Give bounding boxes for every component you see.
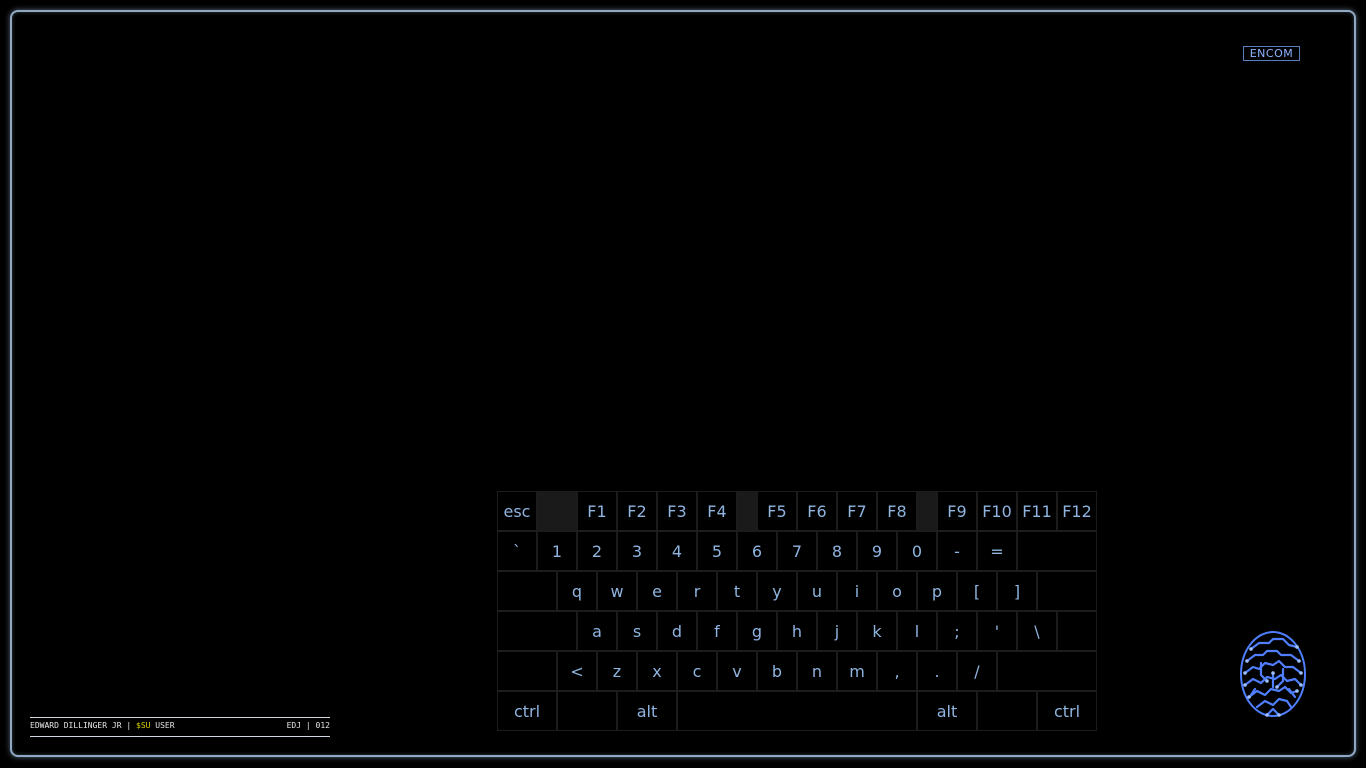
key-9[interactable]: 9 <box>857 531 897 571</box>
key-0[interactable]: 0 <box>897 531 937 571</box>
key-menu[interactable] <box>977 691 1037 731</box>
keyboard-row-modifiers: ctrl alt alt ctrl <box>497 691 1097 731</box>
key-o[interactable]: o <box>877 571 917 611</box>
key-enter[interactable] <box>1057 611 1097 651</box>
user-name: EDWARD DILLINGER JR <box>30 721 122 730</box>
encom-logo: ENCOM <box>1243 46 1300 61</box>
key-4[interactable]: 4 <box>657 531 697 571</box>
key-l[interactable]: l <box>897 611 937 651</box>
key-f12[interactable]: F12 <box>1057 491 1097 531</box>
key-2[interactable]: 2 <box>577 531 617 571</box>
key-8[interactable]: 8 <box>817 531 857 571</box>
user-role: USER <box>155 721 175 730</box>
key-d[interactable]: d <box>657 611 697 651</box>
on-screen-keyboard: esc F1 F2 F3 F4 F5 F6 F7 F8 F9 F10 F11 F… <box>497 491 1097 731</box>
key-v[interactable]: v <box>717 651 757 691</box>
key-n[interactable]: n <box>797 651 837 691</box>
key-r[interactable]: r <box>677 571 717 611</box>
key-semicolon[interactable]: ; <box>937 611 977 651</box>
keyboard-row-numbers: ` 1 2 3 4 5 6 7 8 9 0 - = <box>497 531 1097 571</box>
key-k[interactable]: k <box>857 611 897 651</box>
key-period[interactable]: . <box>917 651 957 691</box>
key-left-bracket[interactable]: [ <box>957 571 997 611</box>
key-minus[interactable]: - <box>937 531 977 571</box>
key-w[interactable]: w <box>597 571 637 611</box>
key-spacer <box>737 491 757 531</box>
key-f[interactable]: f <box>697 611 737 651</box>
key-ctrl-right[interactable]: ctrl <box>1037 691 1097 731</box>
key-q[interactable]: q <box>557 571 597 611</box>
keyboard-row-bottom: < z x c v b n m , . / <box>497 651 1097 691</box>
key-m[interactable]: m <box>837 651 877 691</box>
key-f10[interactable]: F10 <box>977 491 1017 531</box>
key-fn[interactable] <box>557 691 617 731</box>
key-6[interactable]: 6 <box>737 531 777 571</box>
user-status-bar: EDWARD DILLINGER JR | $SU USER EDJ | 012 <box>30 717 330 737</box>
status-separator: | <box>305 721 311 730</box>
key-b[interactable]: b <box>757 651 797 691</box>
key-t[interactable]: t <box>717 571 757 611</box>
key-enter-top[interactable] <box>1037 571 1097 611</box>
key-ctrl-left[interactable]: ctrl <box>497 691 557 731</box>
key-spacer <box>917 491 937 531</box>
key-less-than[interactable]: < <box>557 651 597 691</box>
key-f2[interactable]: F2 <box>617 491 657 531</box>
key-a[interactable]: a <box>577 611 617 651</box>
fingerprint-icon[interactable] <box>1237 629 1309 719</box>
key-3[interactable]: 3 <box>617 531 657 571</box>
user-id-number: 012 <box>315 721 330 730</box>
key-quote[interactable]: ' <box>977 611 1017 651</box>
key-7[interactable]: 7 <box>777 531 817 571</box>
keyboard-row-home: a s d f g h j k l ; ' \ <box>497 611 1097 651</box>
key-shift-right[interactable] <box>997 651 1097 691</box>
keyboard-row-qwerty: q w e r t y u i o p [ ] <box>497 571 1097 611</box>
key-right-bracket[interactable]: ] <box>997 571 1037 611</box>
key-alt-right[interactable]: alt <box>917 691 977 731</box>
key-j[interactable]: j <box>817 611 857 651</box>
prompt-symbol: $SU <box>136 721 151 730</box>
key-f4[interactable]: F4 <box>697 491 737 531</box>
key-x[interactable]: x <box>637 651 677 691</box>
key-1[interactable]: 1 <box>537 531 577 571</box>
key-backspace[interactable] <box>1017 531 1097 571</box>
key-alt-left[interactable]: alt <box>617 691 677 731</box>
key-z[interactable]: z <box>597 651 637 691</box>
key-e[interactable]: e <box>637 571 677 611</box>
key-g[interactable]: g <box>737 611 777 651</box>
key-c[interactable]: c <box>677 651 717 691</box>
key-f7[interactable]: F7 <box>837 491 877 531</box>
status-session-info: EDJ | 012 <box>287 719 330 733</box>
key-space[interactable] <box>677 691 917 731</box>
key-comma[interactable]: , <box>877 651 917 691</box>
key-h[interactable]: h <box>777 611 817 651</box>
status-user-info: EDWARD DILLINGER JR | $SU USER <box>30 719 175 733</box>
key-equals[interactable]: = <box>977 531 1017 571</box>
user-initials: EDJ <box>286 721 302 730</box>
key-f5[interactable]: F5 <box>757 491 797 531</box>
key-caps[interactable] <box>497 611 577 651</box>
key-f9[interactable]: F9 <box>937 491 977 531</box>
key-p[interactable]: p <box>917 571 957 611</box>
key-s[interactable]: s <box>617 611 657 651</box>
key-i[interactable]: i <box>837 571 877 611</box>
key-spacer <box>537 491 577 531</box>
key-5[interactable]: 5 <box>697 531 737 571</box>
key-tab[interactable] <box>497 571 557 611</box>
key-shift-left[interactable] <box>497 651 557 691</box>
key-f6[interactable]: F6 <box>797 491 837 531</box>
key-f11[interactable]: F11 <box>1017 491 1057 531</box>
status-separator: | <box>126 721 132 730</box>
key-slash[interactable]: / <box>957 651 997 691</box>
key-u[interactable]: u <box>797 571 837 611</box>
keyboard-row-function: esc F1 F2 F3 F4 F5 F6 F7 F8 F9 F10 F11 F… <box>497 491 1097 531</box>
key-backtick[interactable]: ` <box>497 531 537 571</box>
key-y[interactable]: y <box>757 571 797 611</box>
key-backslash[interactable]: \ <box>1017 611 1057 651</box>
key-f8[interactable]: F8 <box>877 491 917 531</box>
key-esc[interactable]: esc <box>497 491 537 531</box>
key-f1[interactable]: F1 <box>577 491 617 531</box>
key-f3[interactable]: F3 <box>657 491 697 531</box>
